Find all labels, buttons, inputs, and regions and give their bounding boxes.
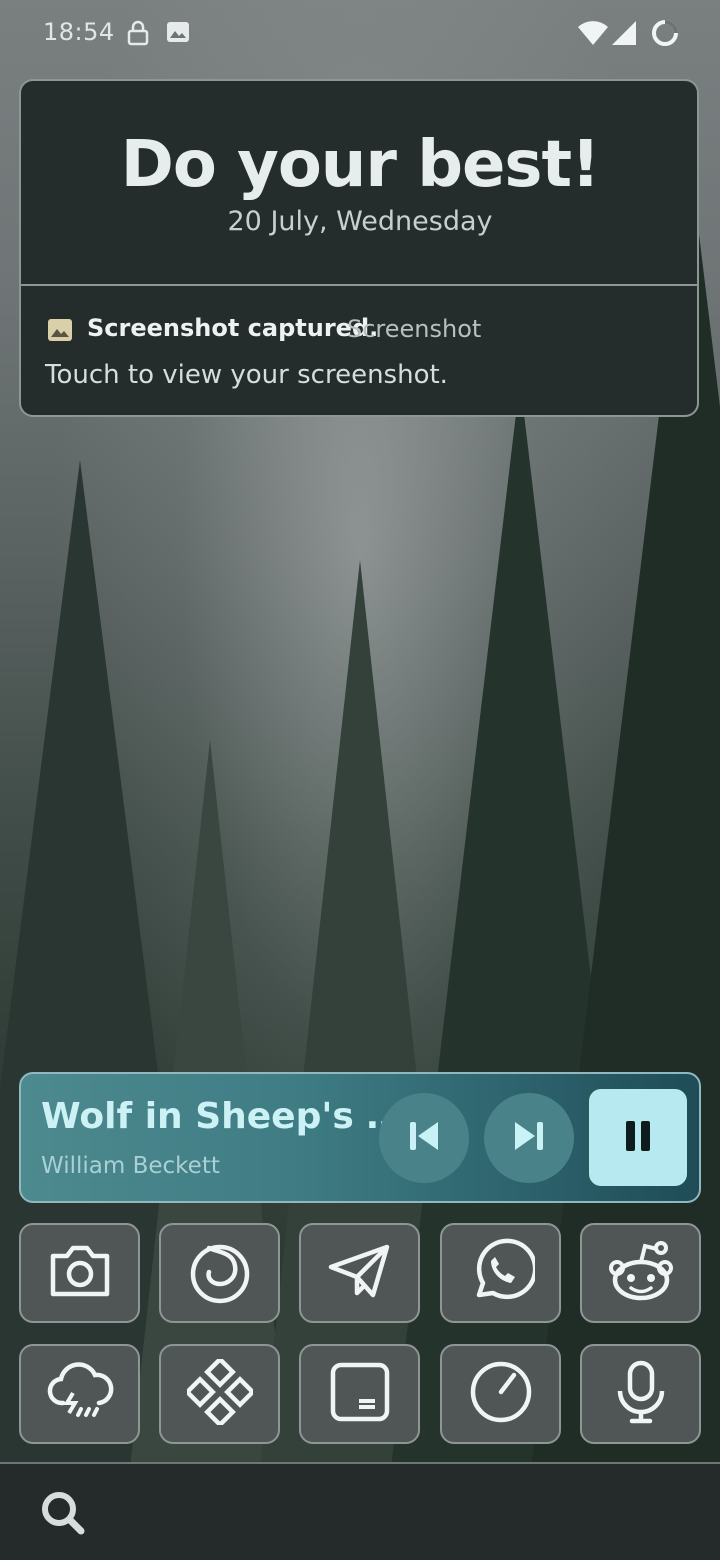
status-bar: 18:54 bbox=[0, 0, 720, 70]
image-icon bbox=[47, 318, 73, 346]
battery-ring-icon bbox=[650, 18, 680, 52]
headline: Do your best! bbox=[120, 128, 601, 202]
status-time: 18:54 bbox=[43, 18, 115, 46]
wifi-icon bbox=[578, 20, 608, 50]
skip-previous-icon bbox=[406, 1118, 442, 1158]
notification-body: Touch to view your screenshot. bbox=[45, 360, 448, 390]
app-notes[interactable] bbox=[299, 1344, 420, 1444]
firefox-icon bbox=[187, 1238, 253, 1308]
search-icon[interactable] bbox=[39, 1489, 87, 1541]
app-camera[interactable] bbox=[19, 1223, 140, 1323]
previous-button[interactable] bbox=[379, 1093, 469, 1183]
app-clock[interactable] bbox=[440, 1344, 561, 1444]
app-grid-icon bbox=[183, 1356, 256, 1429]
cellular-signal-icon bbox=[611, 20, 637, 50]
app-whatsapp[interactable] bbox=[440, 1223, 561, 1323]
app-grid[interactable] bbox=[159, 1344, 280, 1444]
next-button[interactable] bbox=[484, 1093, 574, 1183]
pause-button[interactable] bbox=[589, 1089, 687, 1186]
song-artist: William Beckett bbox=[41, 1153, 220, 1179]
weather-rain-icon bbox=[45, 1361, 115, 1427]
notification-app: Screenshot bbox=[347, 315, 482, 343]
reddit-icon bbox=[605, 1238, 677, 1308]
camera-icon bbox=[47, 1240, 113, 1306]
song-title: Wolf in Sheep's … bbox=[41, 1096, 403, 1137]
notification-title: Screenshot captured. bbox=[87, 314, 379, 342]
notes-icon bbox=[329, 1361, 391, 1427]
pause-icon bbox=[621, 1119, 655, 1157]
telegram-icon bbox=[327, 1241, 393, 1305]
app-firefox[interactable] bbox=[159, 1223, 280, 1323]
app-telegram[interactable] bbox=[299, 1223, 420, 1323]
microphone-icon bbox=[614, 1359, 668, 1429]
skip-next-icon bbox=[511, 1118, 547, 1158]
whatsapp-icon bbox=[467, 1237, 537, 1309]
bottom-bar bbox=[0, 1462, 720, 1560]
app-recorder[interactable] bbox=[580, 1344, 701, 1444]
lock-icon bbox=[127, 20, 149, 50]
image-icon bbox=[166, 20, 190, 48]
card-divider bbox=[19, 284, 699, 286]
app-reddit[interactable] bbox=[580, 1223, 701, 1323]
app-weather[interactable] bbox=[19, 1344, 140, 1444]
clock-icon bbox=[468, 1359, 534, 1429]
date-label: 20 July, Wednesday bbox=[227, 206, 493, 237]
